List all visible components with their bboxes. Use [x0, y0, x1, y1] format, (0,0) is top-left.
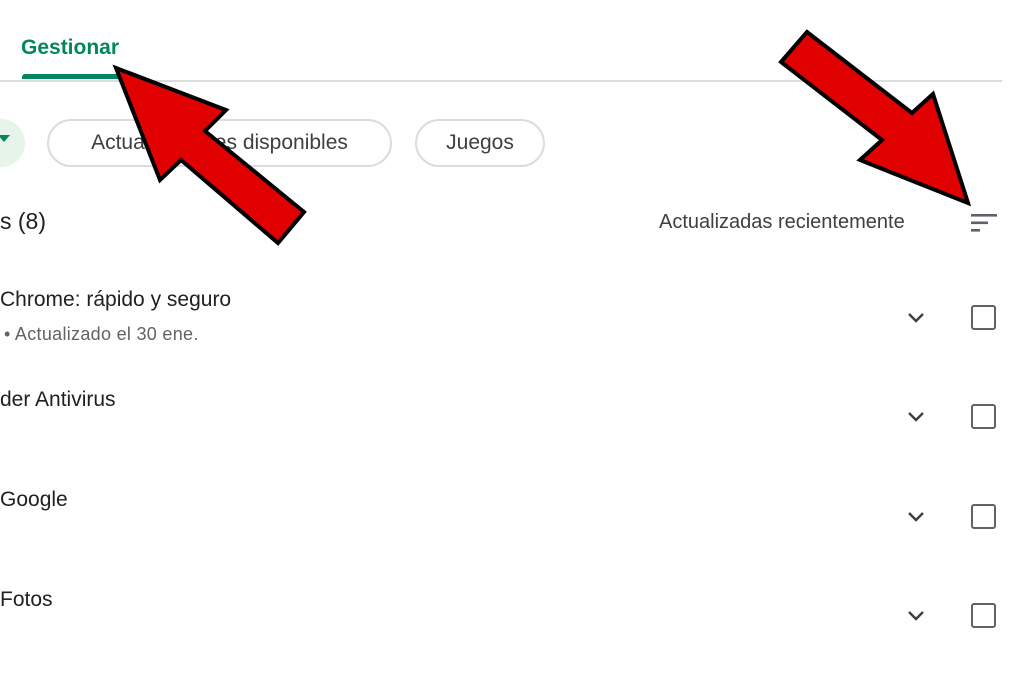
app-update-date: • Actualizado el 30 ene.	[4, 324, 199, 344]
chevron-down-icon[interactable]	[902, 602, 930, 630]
filter-chip-label: Actualizaciones disponibles	[91, 131, 348, 154]
chevron-down-icon[interactable]	[902, 503, 930, 531]
sort-icon[interactable]	[968, 209, 1000, 237]
list-item[interactable]: Google	[0, 488, 1024, 578]
select-checkbox[interactable]	[971, 404, 996, 429]
active-tab-indicator	[22, 74, 125, 79]
select-checkbox[interactable]	[971, 603, 996, 628]
list-item[interactable]: der Antivirus	[0, 388, 1024, 478]
list-item[interactable]: Chrome: rápido y seguro • Actualizado el…	[0, 288, 1024, 378]
chevron-down-icon	[0, 135, 10, 142]
filter-chip-games[interactable]: Juegos	[415, 119, 545, 167]
chevron-down-icon[interactable]	[902, 304, 930, 332]
app-name: Fotos	[0, 588, 53, 611]
app-name: der Antivirus	[0, 388, 116, 411]
tabs-divider	[0, 80, 1002, 82]
chevron-down-icon[interactable]	[902, 403, 930, 431]
installed-count-title: s (8)	[0, 208, 46, 234]
app-name: Google	[0, 488, 68, 511]
annotation-arrow-icon	[778, 29, 972, 207]
app-name: Chrome: rápido y seguro	[0, 288, 232, 311]
filter-chip-updates-available[interactable]: Actualizaciones disponibles	[47, 119, 392, 167]
list-item[interactable]: Fotos	[0, 588, 1024, 678]
filter-chip-selected[interactable]	[0, 119, 25, 167]
filter-chip-label: Juegos	[446, 131, 514, 154]
sort-label[interactable]: Actualizadas recientemente	[659, 211, 905, 234]
select-checkbox[interactable]	[971, 305, 996, 330]
select-checkbox[interactable]	[971, 504, 996, 529]
tab-gestionar[interactable]: Gestionar	[21, 36, 119, 60]
